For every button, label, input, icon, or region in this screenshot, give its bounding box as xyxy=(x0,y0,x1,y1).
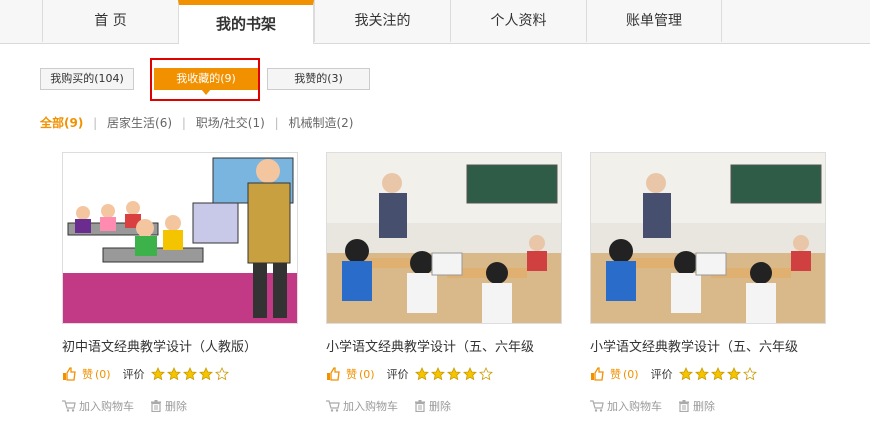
rating-label: 评价 xyxy=(650,368,673,381)
star-icon xyxy=(166,367,181,381)
book-actions: 加入购物车 删除 xyxy=(590,398,731,414)
trash-icon xyxy=(151,400,161,412)
filter-all[interactable]: 全部(9) xyxy=(40,114,83,131)
nav-tab-profile[interactable]: 个人资料 xyxy=(450,0,586,42)
book-title[interactable]: 小学语文经典教学设计（五、六年级 xyxy=(326,336,566,355)
star-icon xyxy=(678,367,693,381)
rating-stars xyxy=(150,367,231,381)
delete-label: 删除 xyxy=(693,400,715,413)
filter-career-social[interactable]: 职场/社交(1) xyxy=(196,114,265,131)
filter-separator: | xyxy=(274,116,279,130)
like-count: (0) xyxy=(623,367,639,381)
add-to-cart-label: 加入购物车 xyxy=(79,400,134,413)
thumbs-up-icon xyxy=(591,367,604,381)
nav-tab-following[interactable]: 我关注的 xyxy=(314,0,450,42)
like-label: 赞 xyxy=(346,368,357,381)
filter-mechanical[interactable]: 机械制造(2) xyxy=(288,114,353,131)
book-cover-image[interactable] xyxy=(590,152,826,324)
like-count: (0) xyxy=(359,367,375,381)
star-icon xyxy=(198,367,213,381)
nav-tab-billing[interactable]: 账单管理 xyxy=(586,0,722,42)
add-to-cart-label: 加入购物车 xyxy=(607,400,662,413)
book-cover-image[interactable] xyxy=(62,152,298,324)
star-empty-icon xyxy=(478,367,493,381)
trash-icon xyxy=(679,400,689,412)
book-actions: 加入购物车 删除 xyxy=(62,398,203,414)
book-meta: 赞 (0) 评价 xyxy=(62,366,231,382)
book-title[interactable]: 小学语文经典教学设计（五、六年级 xyxy=(590,336,830,355)
star-empty-icon xyxy=(214,367,229,381)
filter-separator: | xyxy=(93,116,98,130)
book-title[interactable]: 初中语文经典教学设计（人教版） xyxy=(62,336,302,355)
book-meta: 赞 (0) 评价 xyxy=(326,366,495,382)
subtab-purchased[interactable]: 我购买的(104) xyxy=(40,68,134,90)
nav-tabs: 首 页 我的书架 我关注的 个人资料 账单管理 xyxy=(42,0,722,44)
rating-stars xyxy=(678,367,759,381)
rating-label: 评价 xyxy=(386,368,409,381)
cart-icon xyxy=(590,400,604,412)
subtab-liked[interactable]: 我赞的(3) xyxy=(267,68,370,90)
star-empty-icon xyxy=(742,367,757,381)
thumbs-up-icon xyxy=(327,367,340,381)
like-label: 赞 xyxy=(82,368,93,381)
delete-label: 删除 xyxy=(429,400,451,413)
book-card: 小学语文经典教学设计（五、六年级 赞 (0) 评价 加入购物车 删除 xyxy=(326,152,564,413)
book-actions: 加入购物车 删除 xyxy=(326,398,467,414)
delete-button[interactable]: 删除 xyxy=(414,398,451,414)
star-icon xyxy=(710,367,725,381)
book-cover-image[interactable] xyxy=(326,152,562,324)
book-card: 小学语文经典教学设计（五、六年级 赞 (0) 评价 加入购物车 删除 xyxy=(590,152,828,413)
star-icon xyxy=(694,367,709,381)
like-button[interactable]: 赞 (0) xyxy=(326,366,375,382)
delete-button[interactable]: 删除 xyxy=(678,398,715,414)
trash-icon xyxy=(415,400,425,412)
star-icon xyxy=(446,367,461,381)
like-button[interactable]: 赞 (0) xyxy=(590,366,639,382)
top-navigation: 首 页 我的书架 我关注的 个人资料 账单管理 xyxy=(0,0,870,44)
star-icon xyxy=(462,367,477,381)
book-meta: 赞 (0) 评价 xyxy=(590,366,759,382)
add-to-cart-button[interactable]: 加入购物车 xyxy=(326,398,398,414)
add-to-cart-button[interactable]: 加入购物车 xyxy=(590,398,662,414)
nav-tab-home[interactable]: 首 页 xyxy=(42,0,178,42)
star-icon xyxy=(430,367,445,381)
rating-stars xyxy=(414,367,495,381)
cart-icon xyxy=(62,400,76,412)
filter-separator: | xyxy=(181,116,186,130)
filter-home-life[interactable]: 居家生活(6) xyxy=(107,114,172,131)
delete-label: 删除 xyxy=(165,400,187,413)
nav-tab-my-bookshelf[interactable]: 我的书架 xyxy=(178,0,314,44)
star-icon xyxy=(726,367,741,381)
cart-icon xyxy=(326,400,340,412)
like-label: 赞 xyxy=(610,368,621,381)
like-count: (0) xyxy=(95,367,111,381)
star-icon xyxy=(414,367,429,381)
star-icon xyxy=(150,367,165,381)
add-to-cart-button[interactable]: 加入购物车 xyxy=(62,398,134,414)
add-to-cart-label: 加入购物车 xyxy=(343,400,398,413)
star-icon xyxy=(182,367,197,381)
book-card: 初中语文经典教学设计（人教版） 赞 (0) 评价 加入购物车 删除 xyxy=(62,152,300,413)
category-filters: 全部(9) | 居家生活(6) | 职场/社交(1) | 机械制造(2) xyxy=(40,114,353,131)
like-button[interactable]: 赞 (0) xyxy=(62,366,111,382)
highlight-box xyxy=(150,58,260,101)
rating-label: 评价 xyxy=(122,368,145,381)
delete-button[interactable]: 删除 xyxy=(150,398,187,414)
thumbs-up-icon xyxy=(63,367,76,381)
